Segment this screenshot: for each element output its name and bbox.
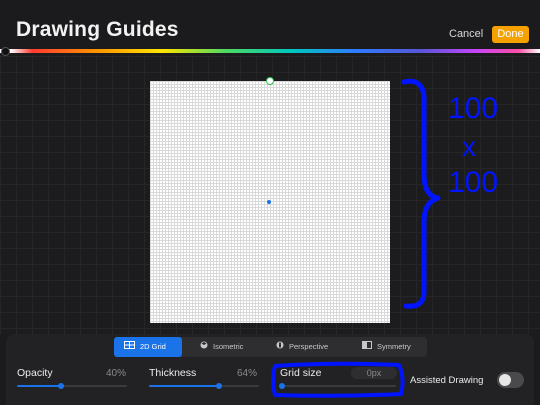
grid-icon — [124, 337, 135, 357]
annotation-line-2: x — [462, 131, 476, 162]
tab-isometric[interactable]: Isometric — [200, 337, 243, 357]
done-button[interactable]: Done — [492, 26, 529, 43]
toggle-knob — [499, 374, 511, 386]
opacity-label: Opacity — [17, 367, 53, 379]
guide-type-tabs: 2D Grid Isometric Perspective Symmetry — [114, 337, 427, 357]
opacity-slider[interactable] — [17, 383, 127, 389]
tab-label: Perspective — [289, 342, 329, 351]
center-handle[interactable] — [267, 200, 271, 204]
assisted-drawing-toggle[interactable] — [497, 372, 524, 388]
thickness-slider-fill — [149, 385, 220, 387]
color-spectrum-bar[interactable] — [0, 49, 540, 53]
tab-label: 2D Grid — [140, 342, 166, 351]
tab-label: Symmetry — [377, 342, 411, 351]
thickness-value: 64% — [237, 368, 258, 379]
cube-icon — [200, 337, 208, 357]
opacity-slider-knob[interactable] — [58, 383, 64, 389]
annotation-line-3: 100 — [448, 166, 498, 199]
perspective-icon — [276, 337, 284, 357]
cancel-button[interactable]: Cancel — [449, 28, 483, 40]
handwritten-annotation: 100 x 100 — [401, 78, 498, 309]
annotation-box — [271, 361, 405, 398]
annotation-brace — [401, 78, 441, 309]
tab-2d-grid[interactable]: 2D Grid — [114, 337, 182, 357]
tab-perspective[interactable]: Perspective — [276, 337, 328, 357]
tab-symmetry[interactable]: Symmetry — [362, 337, 411, 357]
opacity-value: 40% — [106, 368, 127, 379]
annotation-line-1: 100 — [448, 92, 498, 125]
assisted-drawing-label: Assisted Drawing — [410, 375, 484, 386]
rotation-handle[interactable] — [266, 77, 274, 85]
page-title: Drawing Guides — [16, 18, 179, 41]
color-picker-handle[interactable] — [1, 47, 10, 56]
tab-label: Isometric — [213, 342, 244, 351]
thickness-label: Thickness — [149, 367, 197, 379]
thickness-slider[interactable] — [149, 383, 259, 389]
opacity-slider-fill — [17, 385, 61, 387]
symmetry-icon — [362, 337, 372, 357]
